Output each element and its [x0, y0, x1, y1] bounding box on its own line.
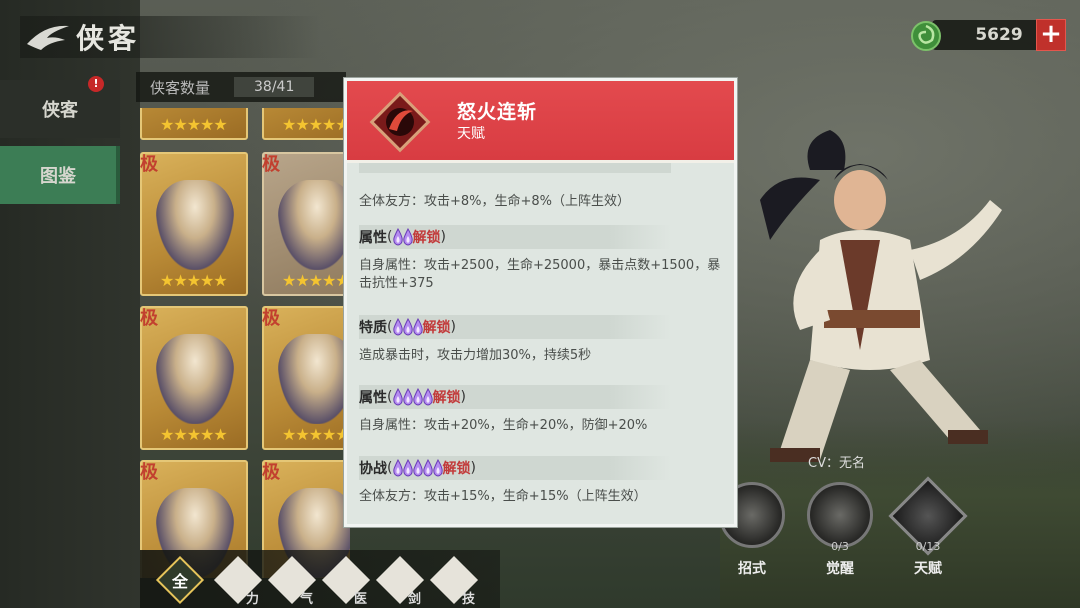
awaken-icon — [807, 482, 873, 548]
talent-section: 协战 ( 解锁 ) 全体友方：攻击+15%，生命+15%（上阵生效） — [359, 456, 671, 506]
talent-section: 特质 ( 解锁 ) 造成暴击时，攻击力增加30%，持续5秒 — [359, 315, 671, 365]
hero-illustration — [740, 130, 1020, 480]
unlock-label: 解锁 — [412, 230, 441, 246]
section-description: 全体友方：攻击+15%，生命+15%（上阵生效） — [359, 489, 647, 504]
hero-card[interactable]: 极 ★★★★★ — [140, 152, 248, 296]
talent-button[interactable]: 0/13 天赋 — [888, 476, 968, 578]
hero-grid: ★★★★★ ★★★★★ 极 ★★★★★ 极 ★★★★★ 极 ★★★★★ 极 ★★… — [140, 108, 350, 578]
star-rating: ★★★★★ — [282, 425, 350, 444]
section-header-partial — [359, 163, 671, 173]
section-description: 造成暴击时，攻击力增加30%，持续5秒 — [359, 348, 592, 363]
filter-sword[interactable]: 剑 — [375, 555, 425, 607]
hero-card[interactable]: 极 ★★★★★ — [262, 306, 350, 450]
filter-skill[interactable]: 技 — [429, 555, 479, 607]
moves-label: 招式 — [738, 561, 766, 577]
section-description: 自身属性：攻击+20%，生命+20%，防御+20% — [359, 418, 648, 433]
hero-card[interactable]: ★★★★★ — [140, 108, 248, 140]
flame-tier — [392, 386, 434, 408]
section-description: 全体友方：攻击+8%，生命+8%（上阵生效） — [359, 194, 631, 209]
filter-label: 全 — [171, 572, 188, 591]
section-header: 属性 ( 解锁 ) — [359, 385, 671, 409]
sidebar-item-label: 侠客 — [42, 100, 78, 121]
talent-label: 天赋 — [914, 561, 942, 577]
popup-header: 怒火连斩 天赋 — [347, 81, 734, 163]
awaken-count: 0/3 — [831, 540, 849, 553]
star-rating: ★★★★★ — [160, 271, 228, 290]
awaken-label: 觉醒 — [826, 561, 854, 577]
rarity-mark: 极 — [140, 462, 158, 483]
rarity-mark: 极 — [140, 308, 158, 329]
unlock-label: 解锁 — [422, 320, 451, 336]
unlock-label: 解锁 — [432, 390, 461, 406]
paren-close: ) — [470, 460, 476, 476]
back-arrow-icon[interactable] — [20, 17, 76, 57]
hero-card[interactable]: 极 ★★★★★ — [140, 306, 248, 450]
rarity-mark: 极 — [140, 154, 158, 175]
section-title: 协战 — [359, 461, 387, 477]
flame-tier — [392, 316, 424, 338]
sidebar-item-label: 图鉴 — [40, 166, 76, 187]
filter-strength[interactable]: 力 — [213, 555, 263, 607]
paren-close: ) — [460, 389, 466, 405]
section-header: 属性 ( 解锁 ) — [359, 225, 671, 249]
currency-display: 5629 + — [908, 18, 1068, 52]
popup-body[interactable]: 全体友方：攻击+8%，生命+8%（上阵生效） 属性 ( 解锁 ) 自身属性：攻击… — [347, 163, 734, 524]
filter-label: 气 — [300, 592, 314, 607]
talent-detail-popup: 怒火连斩 天赋 全体友方：攻击+8%，生命+8%（上阵生效） 属性 ( 解锁 )… — [344, 78, 737, 527]
skill-type: 天赋 — [457, 126, 485, 142]
star-rating: ★★★★★ — [282, 271, 350, 290]
rarity-mark: 极 — [262, 154, 280, 175]
talent-section: 属性 ( 解锁 ) 自身属性：攻击+20%，生命+20%，防御+20% — [359, 385, 671, 435]
slash-skill-icon — [367, 89, 433, 155]
filter-label: 力 — [246, 592, 260, 607]
section-title: 特质 — [359, 320, 387, 336]
hero-card[interactable]: ★★★★★ — [262, 108, 350, 140]
paren-close: ) — [450, 319, 456, 335]
awaken-button[interactable]: 0/3 觉醒 — [804, 482, 876, 578]
hero-count-bar: 侠客数量 38/41 — [136, 72, 346, 102]
title-bar: 侠客 — [20, 16, 320, 58]
hero-count-value: 38/41 — [234, 77, 315, 97]
unlock-label: 解锁 — [442, 461, 471, 477]
rarity-mark: 极 — [262, 462, 280, 483]
section-title: 属性 — [359, 230, 387, 246]
jade-coin-icon — [908, 18, 948, 52]
section-header: 协战 ( 解锁 ) — [359, 456, 671, 480]
hero-portrait — [278, 180, 350, 270]
rarity-mark: 极 — [262, 308, 280, 329]
hero-portrait — [156, 334, 234, 424]
talent-count: 0/13 — [915, 540, 941, 553]
paren-close: ) — [440, 229, 446, 245]
filter-label: 剑 — [408, 592, 422, 607]
voice-actor-label: CV：无名 — [808, 456, 865, 471]
notification-badge: ! — [88, 76, 104, 92]
section-description: 自身属性：攻击+2500，生命+25000，暴击点数+1500，暴击抗性+375 — [359, 258, 721, 291]
filter-label: 技 — [462, 592, 476, 607]
star-rating: ★★★★★ — [282, 115, 350, 134]
filter-medic[interactable]: 医 — [321, 555, 371, 607]
sidebar-item-codex[interactable]: 图鉴 — [0, 146, 120, 204]
flame-tier — [392, 226, 414, 248]
talent-section: 全体友方：攻击+8%，生命+8%（上阵生效） — [359, 185, 671, 211]
talent-section: 属性 ( 解锁 ) 自身属性：攻击+2500，生命+25000，暴击点数+150… — [359, 225, 720, 293]
flame-tier — [392, 457, 444, 479]
hero-portrait — [156, 180, 234, 270]
section-title: 属性 — [359, 390, 387, 406]
hero-portrait — [278, 334, 350, 424]
filter-qi[interactable]: 气 — [267, 555, 317, 607]
section-header: 特质 ( 解锁 ) — [359, 315, 671, 339]
hero-card[interactable]: 极 ★★★★★ — [262, 152, 350, 296]
class-filter-bar: 全 力 气 医 剑 技 — [140, 550, 500, 608]
currency-value: 5629 — [975, 25, 1023, 45]
add-currency-button[interactable]: + — [1036, 19, 1066, 51]
hero-count-label: 侠客数量 — [150, 78, 211, 97]
skill-name: 怒火连斩 — [457, 101, 538, 123]
star-rating: ★★★★★ — [160, 115, 228, 134]
page-title: 侠客 — [76, 22, 141, 55]
star-rating: ★★★★★ — [160, 425, 228, 444]
filter-label: 医 — [354, 592, 368, 607]
filter-all[interactable]: 全 — [155, 555, 205, 605]
